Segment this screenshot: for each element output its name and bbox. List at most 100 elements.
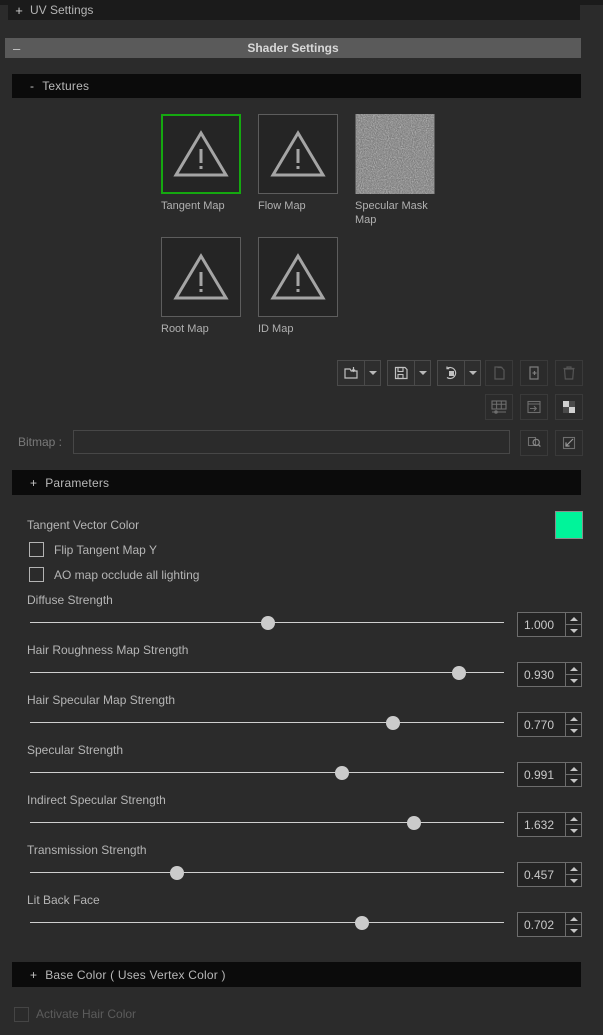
texture-thumbnail[interactable] bbox=[161, 237, 241, 317]
spinbox-value[interactable]: 0.702 bbox=[518, 918, 565, 932]
triangle-up-icon bbox=[569, 716, 578, 721]
section-header-parameters[interactable]: + Parameters bbox=[12, 470, 581, 495]
slider-knob[interactable] bbox=[354, 916, 369, 930]
spinbox-value[interactable]: 0.457 bbox=[518, 868, 565, 882]
spinbox-value[interactable]: 0.930 bbox=[518, 668, 565, 682]
spinbox-stepper[interactable] bbox=[565, 863, 581, 886]
stepper-down-button[interactable] bbox=[566, 875, 581, 886]
spinbox-stepper[interactable] bbox=[565, 913, 581, 936]
stepper-up-button[interactable] bbox=[566, 613, 581, 625]
bitmap-export-button[interactable] bbox=[520, 394, 548, 420]
section-header-base-color[interactable]: + Base Color ( Uses Vertex Color ) bbox=[12, 962, 581, 987]
collapse-minus-icon[interactable]: – bbox=[13, 38, 20, 58]
bitmap-checker-button[interactable] bbox=[555, 394, 583, 420]
stepper-down-button[interactable] bbox=[566, 625, 581, 636]
spinbox-transmission-strength[interactable]: 0.457 bbox=[517, 862, 582, 887]
spinbox-specular-strength[interactable]: 0.991 bbox=[517, 762, 582, 787]
window-arrow-icon bbox=[527, 400, 541, 414]
texture-thumbnail[interactable] bbox=[258, 114, 338, 194]
stepper-down-button[interactable] bbox=[566, 825, 581, 836]
checkbox-label: AO map occlude all lighting bbox=[54, 568, 200, 582]
save-bitmap-dropdown[interactable] bbox=[415, 360, 431, 386]
texture-slot-specular-mask-map[interactable]: Specular Mask Map bbox=[355, 114, 435, 227]
stepper-down-button[interactable] bbox=[566, 925, 581, 936]
texture-slot-root-map[interactable]: Root Map bbox=[161, 237, 241, 336]
save-bitmap-button[interactable] bbox=[387, 360, 415, 386]
spinbox-lit-back-face[interactable]: 0.702 bbox=[517, 912, 582, 937]
arrow-into-box-icon bbox=[562, 436, 576, 450]
texture-thumbnail[interactable] bbox=[161, 114, 241, 194]
slider-knob[interactable] bbox=[334, 766, 349, 780]
spinbox-stepper[interactable] bbox=[565, 763, 581, 786]
spinbox-hair-roughness-map-strength[interactable]: 0.930 bbox=[517, 662, 582, 687]
delete-bitmap-button[interactable] bbox=[555, 360, 583, 386]
checkbox-flip-tangent-map-y[interactable] bbox=[29, 542, 44, 557]
stepper-up-button[interactable] bbox=[566, 763, 581, 775]
stepper-down-button[interactable] bbox=[566, 675, 581, 686]
bitmap-browse-button[interactable] bbox=[520, 430, 548, 456]
slider-knob[interactable] bbox=[451, 666, 466, 680]
open-bitmap-button[interactable] bbox=[337, 360, 365, 386]
slider-specular-strength[interactable] bbox=[30, 765, 504, 781]
slider-label-hair-specular-map-strength: Hair Specular Map Strength bbox=[27, 693, 176, 707]
stepper-up-button[interactable] bbox=[566, 713, 581, 725]
spinbox-stepper[interactable] bbox=[565, 613, 581, 636]
texture-slot-flow-map[interactable]: Flow Map bbox=[258, 114, 338, 213]
open-bitmap-dropdown[interactable] bbox=[365, 360, 381, 386]
stepper-up-button[interactable] bbox=[566, 913, 581, 925]
slider-indirect-specular-strength[interactable] bbox=[30, 815, 504, 831]
warning-triangle-icon bbox=[173, 130, 229, 177]
spinbox-value[interactable]: 0.770 bbox=[518, 718, 565, 732]
slider-knob[interactable] bbox=[169, 866, 184, 880]
slider-label-diffuse-strength: Diffuse Strength bbox=[27, 593, 113, 607]
bitmap-pick-button[interactable] bbox=[555, 430, 583, 456]
slider-hair-specular-map-strength[interactable] bbox=[30, 715, 504, 731]
stepper-down-button[interactable] bbox=[566, 725, 581, 736]
triangle-down-icon bbox=[569, 928, 578, 933]
sidebar-item-uv-settings[interactable]: + UV Settings bbox=[8, 0, 580, 20]
spinbox-hair-specular-map-strength[interactable]: 0.770 bbox=[517, 712, 582, 737]
paste-bitmap-button[interactable] bbox=[520, 360, 548, 386]
reload-bitmap-dropdown[interactable] bbox=[465, 360, 481, 386]
stepper-up-button[interactable] bbox=[566, 863, 581, 875]
spinbox-diffuse-strength[interactable]: 1.000 bbox=[517, 612, 582, 637]
slider-knob[interactable] bbox=[406, 816, 421, 830]
checkbox-activate-hair-color[interactable] bbox=[14, 1007, 29, 1022]
copy-bitmap-button[interactable] bbox=[485, 360, 513, 386]
slider-track bbox=[30, 922, 504, 923]
section-header-textures[interactable]: - Textures bbox=[12, 74, 581, 98]
spinbox-stepper[interactable] bbox=[565, 813, 581, 836]
checkbox-ao-map-occlude-all-lighting[interactable] bbox=[29, 567, 44, 582]
texture-slot-id-map[interactable]: ID Map bbox=[258, 237, 338, 336]
texture-slot-label: Flow Map bbox=[258, 200, 306, 212]
copy-pages-icon bbox=[493, 366, 505, 380]
spinbox-stepper[interactable] bbox=[565, 663, 581, 686]
slider-label-hair-roughness-map-strength: Hair Roughness Map Strength bbox=[27, 643, 189, 657]
tangent-vector-color-swatch[interactable] bbox=[555, 511, 583, 539]
texture-thumbnail[interactable] bbox=[355, 114, 435, 194]
spinbox-value[interactable]: 1.632 bbox=[518, 818, 565, 832]
slider-knob[interactable] bbox=[386, 716, 401, 730]
bitmap-grid-button[interactable] bbox=[485, 394, 513, 420]
spinbox-indirect-specular-strength[interactable]: 1.632 bbox=[517, 812, 582, 837]
texture-slot-label: Tangent Map bbox=[161, 200, 225, 212]
texture-slot-tangent-map[interactable]: Tangent Map bbox=[161, 114, 241, 213]
expand-plus-icon: + bbox=[30, 967, 38, 982]
triangle-up-icon bbox=[569, 766, 578, 771]
reload-bitmap-button[interactable] bbox=[437, 360, 465, 386]
stepper-down-button[interactable] bbox=[566, 775, 581, 786]
shader-settings-header[interactable]: – Shader Settings bbox=[5, 38, 581, 58]
slider-diffuse-strength[interactable] bbox=[30, 615, 504, 631]
slider-lit-back-face[interactable] bbox=[30, 915, 504, 931]
bitmap-input[interactable] bbox=[73, 430, 510, 454]
stepper-up-button[interactable] bbox=[566, 813, 581, 825]
warning-triangle-icon bbox=[173, 253, 229, 300]
spinbox-value[interactable]: 0.991 bbox=[518, 768, 565, 782]
stepper-up-button[interactable] bbox=[566, 663, 581, 675]
spinbox-stepper[interactable] bbox=[565, 713, 581, 736]
texture-thumbnail[interactable] bbox=[258, 237, 338, 317]
slider-transmission-strength[interactable] bbox=[30, 865, 504, 881]
slider-hair-roughness-map-strength[interactable] bbox=[30, 665, 504, 681]
spinbox-value[interactable]: 1.000 bbox=[518, 618, 565, 632]
slider-knob[interactable] bbox=[260, 616, 275, 630]
